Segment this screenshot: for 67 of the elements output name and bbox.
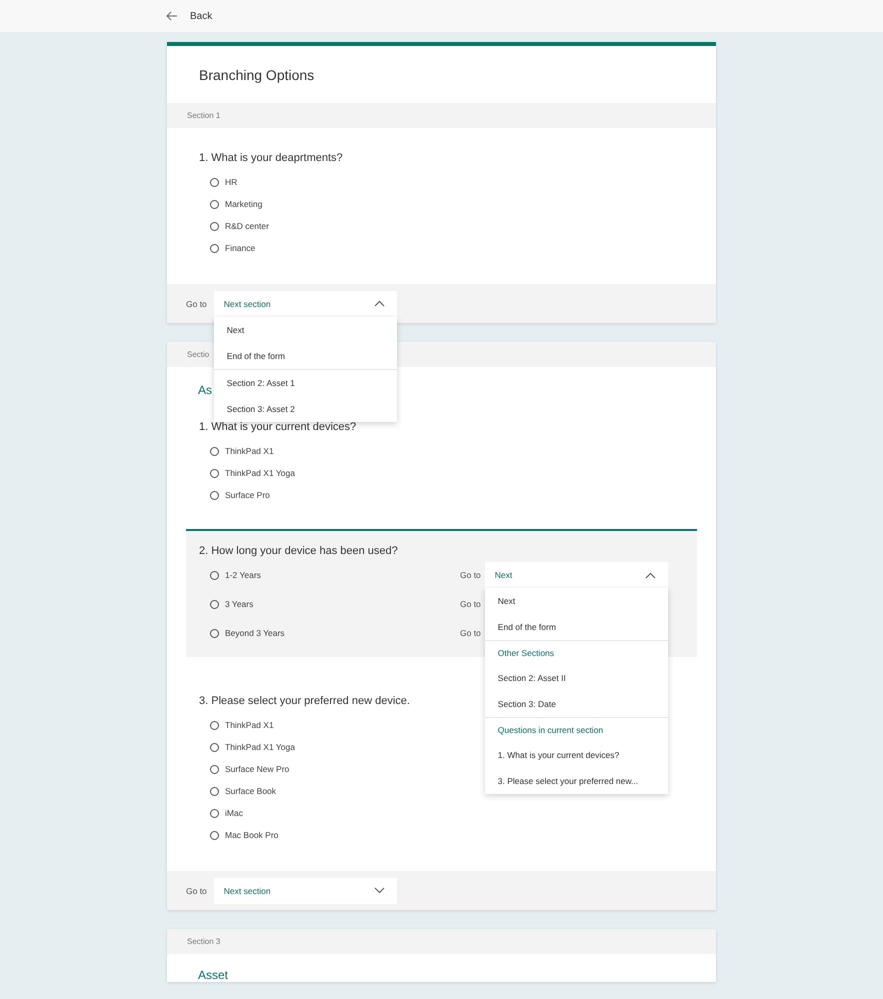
radio-option[interactable]: Finance <box>210 243 460 253</box>
question-text: 1. What is your deaprtments? <box>199 152 343 164</box>
option-label: Finance <box>225 243 256 253</box>
radio-option[interactable]: 1-2 Years <box>210 570 460 580</box>
radio-option[interactable]: Surface Pro <box>210 490 460 500</box>
question-text: 1. What is your current devices? <box>199 421 356 433</box>
option-label: 3 Years <box>225 599 254 609</box>
chevron-icon <box>374 887 385 894</box>
section-label: Sectio <box>187 350 210 359</box>
form-title: Branching Options <box>198 66 316 85</box>
section-title: As <box>197 382 212 397</box>
menu-item[interactable]: End of the form <box>484 614 668 640</box>
menu-heading: Other Sections <box>496 647 556 660</box>
radio-option[interactable]: ThinkPad X1 Yoga <box>210 742 460 752</box>
goto-label: Go to <box>460 570 481 580</box>
option-label: Surface Pro <box>225 490 270 500</box>
radio-option[interactable]: Surface New Pro <box>210 764 460 774</box>
option-label: R&D center <box>225 221 269 231</box>
option-label: Beyond 3 Years <box>225 628 285 638</box>
radio-option[interactable]: 3 Years <box>210 599 460 609</box>
radio-option[interactable]: Marketing <box>210 199 460 209</box>
radio-option[interactable]: ThinkPad X1 <box>210 446 460 456</box>
chevron-icon <box>374 300 385 307</box>
radio-option[interactable]: ThinkPad X1 Yoga <box>210 468 460 478</box>
option-label: ThinkPad X1 <box>225 446 274 456</box>
goto-label: Go to <box>460 628 481 638</box>
menu-item[interactable]: Next <box>484 588 668 614</box>
section-label: Section 3 <box>187 937 220 946</box>
option-label: Surface Book <box>225 786 276 796</box>
goto-label: Go to <box>186 298 207 308</box>
question-text: 3. Please select your preferred new device. <box>199 695 410 707</box>
radio-option[interactable]: Beyond 3 Years <box>210 628 460 638</box>
radio-option[interactable]: Mac Book Pro <box>210 830 460 840</box>
dropdown[interactable]: Next section <box>214 290 397 316</box>
menu-item[interactable]: 3. Please select your preferred new... <box>484 768 668 794</box>
goto-label: Go to <box>460 599 481 609</box>
menu-item[interactable]: Section 3: Asset 2 <box>214 396 397 422</box>
radio-option[interactable]: Surface Book <box>210 786 460 796</box>
menu-item[interactable]: Section 2: Asset II <box>484 665 668 691</box>
option-label: Surface New Pro <box>225 764 290 774</box>
option-label: Marketing <box>225 199 262 209</box>
radio-option[interactable]: iMac <box>210 808 460 818</box>
option-label: ThinkPad X1 Yoga <box>225 742 295 752</box>
menu-item[interactable]: Section 2: Asset 1 <box>214 370 397 396</box>
option-label: ThinkPad X1 Yoga <box>225 468 295 478</box>
option-label: Mac Book Pro <box>225 830 278 840</box>
section-label: Section 1 <box>187 111 220 120</box>
menu-item[interactable]: 1. What is your current devices? <box>484 742 668 768</box>
radio-option[interactable]: R&D center <box>210 221 460 231</box>
back-button[interactable]: Back <box>166 10 212 22</box>
dropdown[interactable]: Next <box>484 562 668 588</box>
menu-heading: Questions in current section <box>496 724 604 737</box>
option-label: ThinkPad X1 <box>225 720 274 730</box>
radio-option[interactable]: ThinkPad X1 <box>210 720 460 730</box>
question-text: 2. How long your device has been used? <box>199 545 398 557</box>
option-label: iMac <box>225 808 243 818</box>
goto-label: Go to <box>186 886 207 896</box>
section-title: Asset <box>197 967 228 982</box>
radio-option[interactable]: HR <box>210 177 460 187</box>
dropdown[interactable]: Next section <box>214 878 397 904</box>
back-arrow-icon <box>166 11 178 21</box>
option-label: HR <box>225 177 238 187</box>
menu-item[interactable]: End of the form <box>214 342 397 368</box>
option-label: 1-2 Years <box>225 570 261 580</box>
menu-item[interactable]: Next <box>214 316 397 342</box>
menu-item[interactable]: Section 3: Date <box>484 691 668 717</box>
chevron-icon <box>644 572 656 578</box>
